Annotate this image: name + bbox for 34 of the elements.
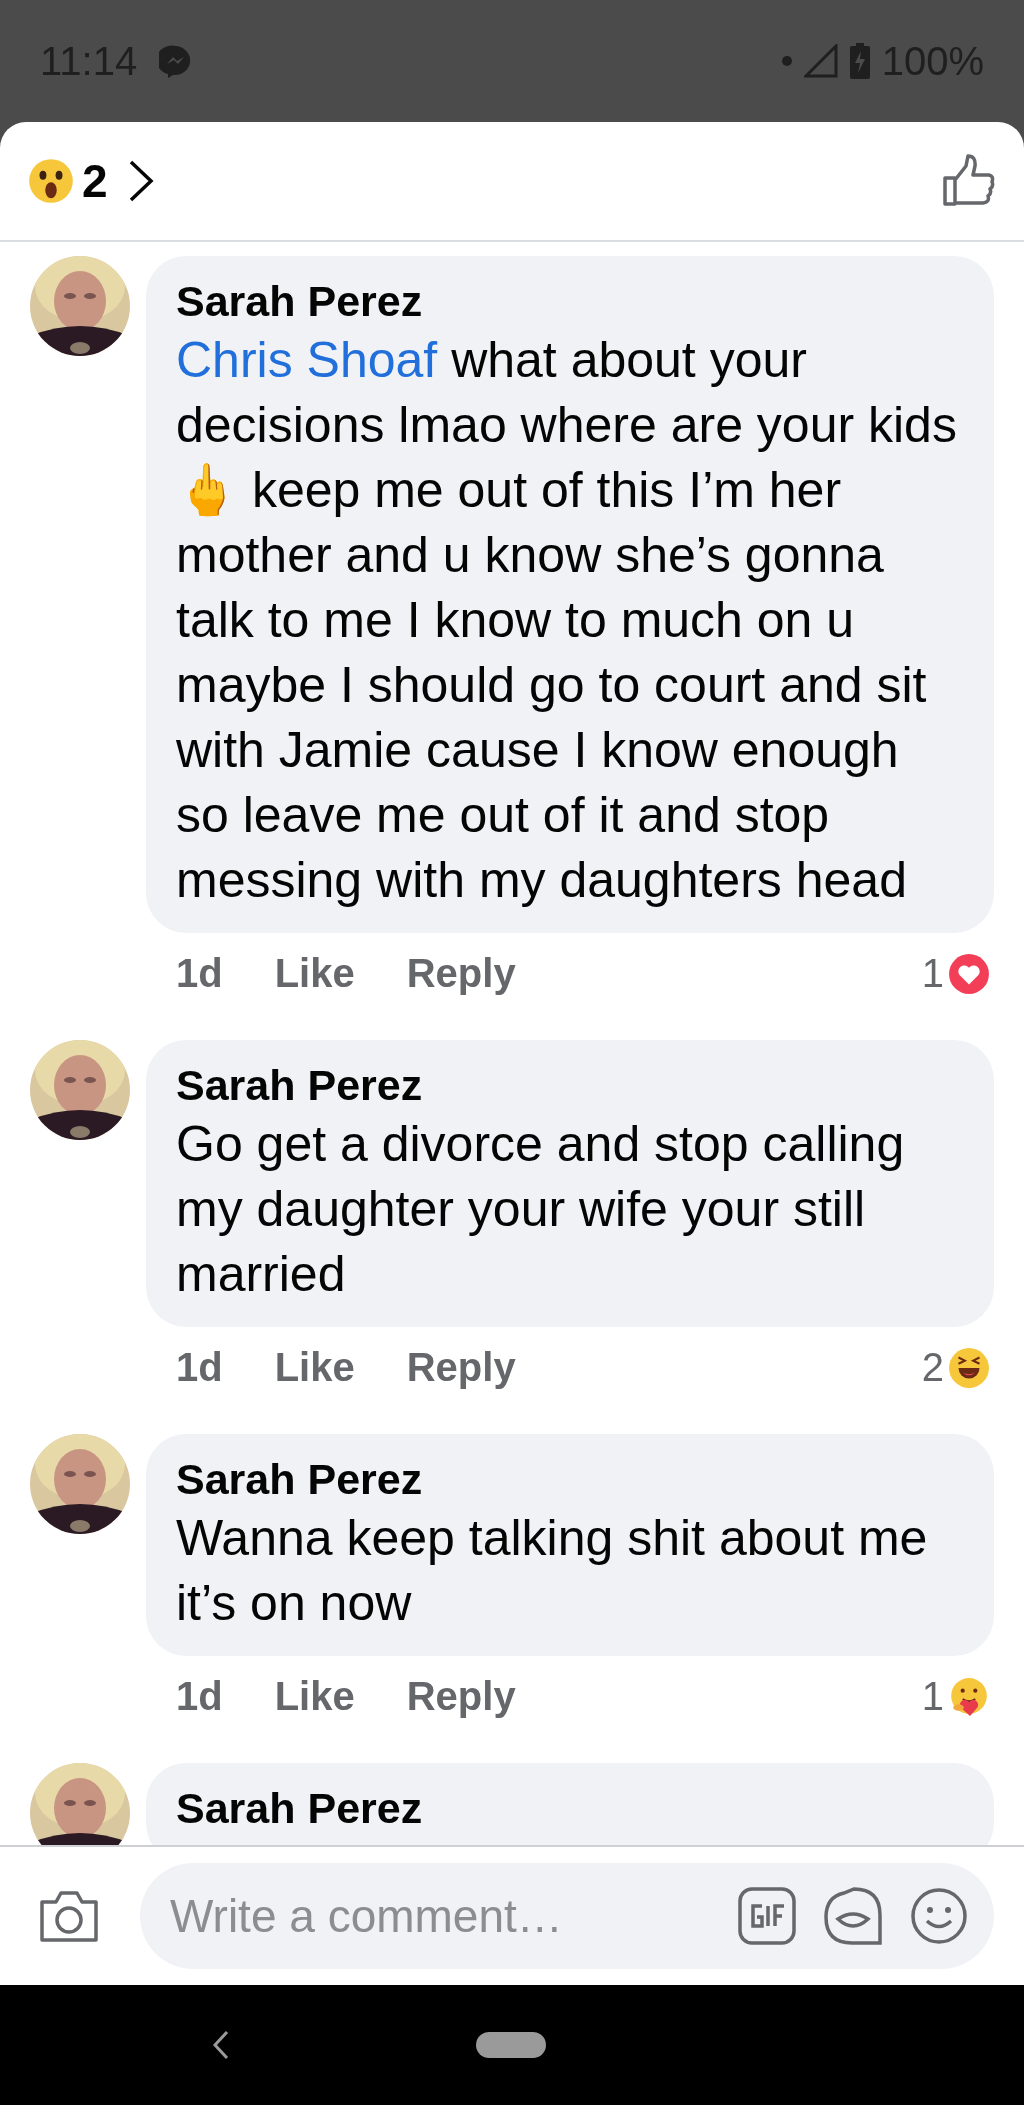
sticker-icon[interactable] (824, 1887, 882, 1945)
author-name[interactable]: Sarah Perez (176, 1781, 964, 1835)
author-name[interactable]: Sarah Perez (176, 1452, 964, 1506)
signal-icon (803, 44, 838, 78)
comment-text: Go get a divorce and stop calling my daughter your wife your still married (176, 1115, 906, 1304)
smiley-icon[interactable] (910, 1887, 968, 1945)
mention-link[interactable]: Chris Shoaf (176, 332, 438, 388)
reply-link[interactable]: Reply (406, 951, 516, 996)
reply-link[interactable]: Reply (406, 1345, 516, 1390)
like-link[interactable]: Like (274, 1674, 355, 1719)
home-handle[interactable] (476, 2032, 546, 2058)
like-link[interactable]: Like (274, 1345, 355, 1390)
thumbs-up-icon[interactable] (942, 154, 996, 208)
battery-icon (849, 43, 870, 79)
author-name[interactable]: Sarah Perez (176, 1058, 964, 1112)
gif-icon[interactable] (738, 1887, 796, 1945)
reaction-count: 1 (921, 951, 944, 996)
comment-time: 1d (176, 1674, 223, 1719)
reaction-count: 2 (921, 1345, 944, 1390)
reply-link[interactable]: Reply (406, 1674, 516, 1719)
comment-bar[interactable]: Write a comment… (140, 1863, 994, 1969)
camera-icon[interactable] (38, 1888, 100, 1944)
back-icon[interactable] (212, 2029, 230, 2061)
reaction-count[interactable]: 2 (82, 154, 108, 208)
chevron-right-icon[interactable] (127, 159, 154, 203)
comment-text: Chris Shoaf what about your decisions lmao where are your kids 🖕 keep me out of this I’m her mother and u know she’s gonna talk to me I know to much on u maybe I should go to court and sit with Jamie cause I know enough so leave me out of it and stop messing with my daughters head (176, 331, 958, 910)
reaction-count: 1 (921, 1674, 944, 1719)
like-link[interactable]: Like (274, 951, 355, 996)
comment-time: 1d (176, 1345, 223, 1390)
comment-time: 1d (176, 951, 223, 996)
comment-text: Wanna keep talking shit about me it’s on now (176, 1509, 929, 1633)
dot-icon (781, 56, 792, 66)
comment-field[interactable]: Write a comment… (170, 1889, 710, 1943)
author-name[interactable]: Sarah Perez (176, 274, 964, 328)
